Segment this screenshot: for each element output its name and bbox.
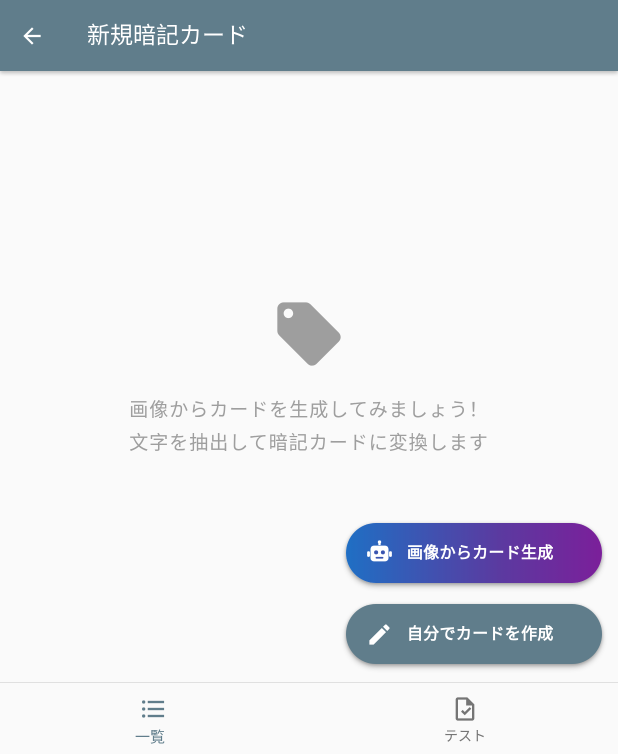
label-tag-icon bbox=[277, 302, 341, 366]
back-button[interactable] bbox=[12, 16, 52, 56]
nav-item-list[interactable]: 一覧 bbox=[0, 683, 309, 754]
empty-message-line-2: 文字を抽出して暗記カードに変換します bbox=[129, 432, 489, 454]
list-icon bbox=[142, 700, 165, 718]
create-card-manually-label: 自分でカードを作成 bbox=[407, 624, 554, 643]
page-title: 新規暗記カード bbox=[87, 23, 248, 49]
checklist-document-icon bbox=[455, 697, 475, 721]
generate-from-image-label: 画像からカード生成 bbox=[407, 543, 554, 562]
empty-message-line-1: 画像からカードを生成してみましょう！ bbox=[129, 399, 489, 421]
nav-item-test[interactable]: テスト bbox=[309, 683, 618, 754]
arrow-back-icon bbox=[23, 27, 41, 45]
bottom-navigation: 一覧 テスト bbox=[0, 682, 618, 753]
nav-item-test-label: テスト bbox=[444, 729, 486, 745]
app-bar: 新規暗記カード bbox=[0, 0, 618, 71]
nav-item-list-label: 一覧 bbox=[135, 728, 166, 746]
empty-state: 画像からカードを生成してみましょう！ 文字を抽出して暗記カードに変換します bbox=[0, 296, 618, 460]
pencil-icon bbox=[369, 624, 390, 645]
robot-icon bbox=[367, 540, 392, 562]
create-card-manually-button[interactable]: 自分でカードを作成 bbox=[346, 604, 602, 664]
generate-from-image-button[interactable]: 画像からカード生成 bbox=[346, 523, 602, 583]
